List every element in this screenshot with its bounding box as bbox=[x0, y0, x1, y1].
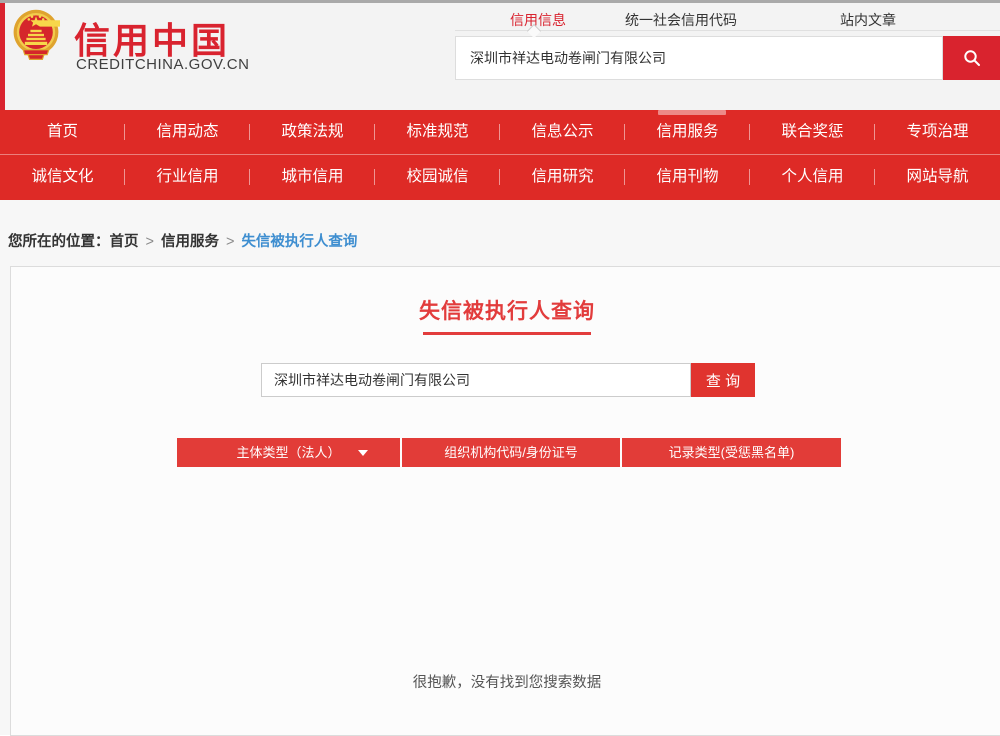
header-search-button[interactable] bbox=[943, 36, 1000, 80]
nav-item-credit-news[interactable]: 信用动态 bbox=[125, 110, 250, 154]
site-domain: CREDITCHINA.GOV.CN bbox=[76, 56, 249, 73]
page-title: 失信被执行人查询 bbox=[419, 295, 595, 325]
filter-org-code-header: 组织机构代码/身份证号 bbox=[402, 438, 620, 467]
nav-item-credit-research[interactable]: 信用研究 bbox=[500, 155, 625, 199]
nav-item-info-disclosure[interactable]: 信息公示 bbox=[500, 110, 625, 154]
filter-org-code-label: 组织机构代码/身份证号 bbox=[444, 445, 578, 460]
breadcrumb-prefix: 您所在的位置： bbox=[8, 234, 110, 250]
nav-item-joint-rewards-punishments[interactable]: 联合奖惩 bbox=[750, 110, 875, 154]
tab-unified-social-credit-code[interactable]: 统一社会信用代码 bbox=[625, 10, 737, 30]
left-accent-strip bbox=[0, 3, 5, 110]
nav-item-industry-credit[interactable]: 行业信用 bbox=[125, 155, 250, 199]
nav-row-2: 诚信文化 行业信用 城市信用 校园诚信 信用研究 信用刊物 个人信用 网站导航 bbox=[0, 155, 1000, 199]
nav-item-site-map[interactable]: 网站导航 bbox=[875, 155, 1000, 199]
caret-down-icon bbox=[358, 450, 368, 456]
header-search-input[interactable] bbox=[455, 36, 943, 80]
site-header: 信用中国 CREDITCHINA.GOV.CN 信用信息 统一社会信用代码 站内… bbox=[0, 3, 1000, 110]
filter-subject-type-dropdown[interactable]: 主体类型（法人） bbox=[177, 438, 400, 467]
empty-result-message: 很抱歉，没有找到您搜索数据 bbox=[11, 671, 1000, 692]
page-title-underline bbox=[423, 332, 591, 335]
nav-row-1: 首页 信用动态 政策法规 标准规范 信息公示 信用服务 联合奖惩 专项治理 bbox=[0, 110, 1000, 154]
filter-record-type-header: 记录类型(受惩黑名单) bbox=[622, 438, 841, 467]
query-search-button[interactable]: 查 询 bbox=[691, 363, 755, 397]
breadcrumb-separator: > bbox=[226, 234, 234, 250]
nav-item-personal-credit[interactable]: 个人信用 bbox=[750, 155, 875, 199]
page-body: 您所在的位置：首页 > 信用服务 > 失信被执行人查询 失信被执行人查询 查 询 主体类… bbox=[0, 200, 1000, 735]
nav-item-integrity-culture[interactable]: 诚信文化 bbox=[0, 155, 125, 199]
query-content-panel: 失信被执行人查询 查 询 主体类型（法人） 组织机构代码/身份证号 记录类型(受… bbox=[10, 266, 1000, 736]
breadcrumb: 您所在的位置：首页 > 信用服务 > 失信被执行人查询 bbox=[8, 230, 357, 251]
nav-item-standards[interactable]: 标准规范 bbox=[375, 110, 500, 154]
main-navigation: 首页 信用动态 政策法规 标准规范 信息公示 信用服务 联合奖惩 专项治理 诚信… bbox=[0, 110, 1000, 200]
nav-item-special-governance[interactable]: 专项治理 bbox=[875, 110, 1000, 154]
breadcrumb-home[interactable]: 首页 bbox=[110, 234, 139, 250]
nav-item-credit-publications[interactable]: 信用刊物 bbox=[625, 155, 750, 199]
query-search-row: 查 询 bbox=[261, 363, 755, 397]
breadcrumb-credit-services[interactable]: 信用服务 bbox=[161, 234, 219, 250]
nav-item-campus-integrity[interactable]: 校园诚信 bbox=[375, 155, 500, 199]
breadcrumb-current-page: 失信被执行人查询 bbox=[241, 234, 357, 250]
breadcrumb-separator: > bbox=[146, 234, 154, 250]
nav-item-home[interactable]: 首页 bbox=[0, 110, 125, 154]
filter-record-type-label: 记录类型(受惩黑名单) bbox=[669, 445, 795, 460]
nav-item-city-credit[interactable]: 城市信用 bbox=[250, 155, 375, 199]
query-search-input[interactable] bbox=[261, 363, 691, 397]
nav-item-policies[interactable]: 政策法规 bbox=[250, 110, 375, 154]
filter-subject-type-label: 主体类型（法人） bbox=[236, 445, 340, 460]
china-national-emblem-icon bbox=[12, 8, 60, 66]
tab-site-articles[interactable]: 站内文章 bbox=[840, 10, 896, 30]
nav-item-credit-services[interactable]: 信用服务 bbox=[625, 110, 750, 154]
filter-header-row: 主体类型（法人） 组织机构代码/身份证号 记录类型(受惩黑名单) bbox=[177, 438, 841, 467]
page-title-wrap: 失信被执行人查询 bbox=[11, 295, 1000, 335]
magnifier-icon bbox=[962, 48, 982, 68]
